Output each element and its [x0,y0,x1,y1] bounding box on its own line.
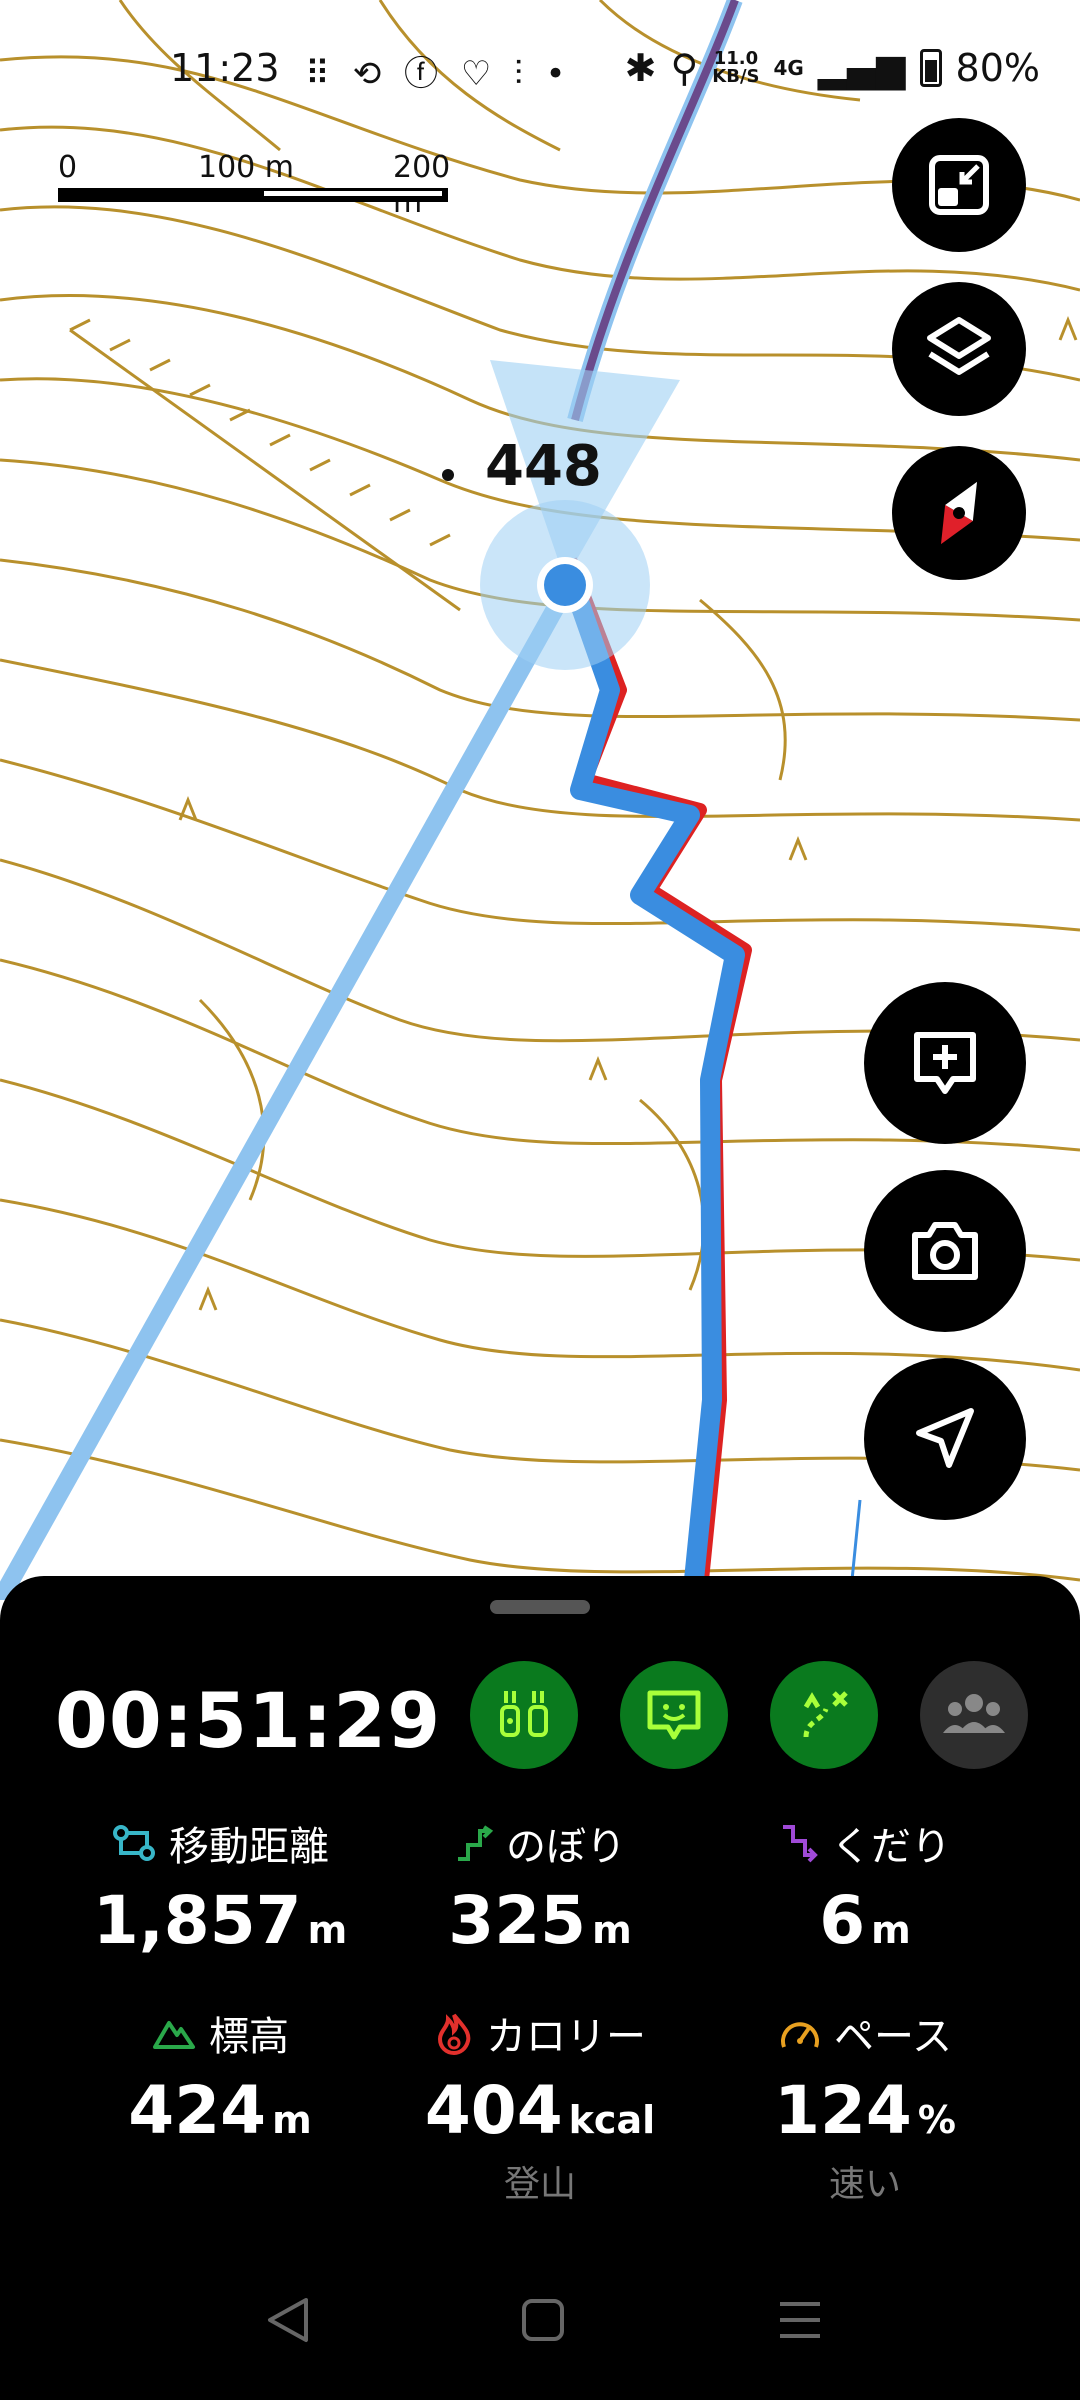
topo-map[interactable]: 448 [0,0,1080,1600]
notification-icons: ⠿ ⟲ ⓕ ♡ ⫶ • [305,46,572,95]
stat-calories-label: カロリー [486,2014,646,2060]
scale-label-0: 0 [58,150,78,185]
group-button[interactable] [920,1661,1028,1769]
stat-pace-unit: % [917,2098,956,2142]
stat-distance-value: 1,857 [92,1882,302,1959]
facebook-icon: ⓕ [404,54,445,94]
route-icon [803,1691,848,1738]
stat-pace-sub: 速い [828,2164,901,2205]
speech-icon [647,1690,701,1740]
stat-ascent-value: 325 [448,1882,587,1959]
stat-distance: 移動距離 1,857 m [50,1814,390,1959]
stat-ascent-unit: m [592,1908,632,1952]
home-icon[interactable] [522,2299,564,2341]
add-note-button[interactable] [864,982,1026,1144]
scale-label-100: 100 m [198,150,295,185]
navigation-arrow-icon [916,1408,974,1468]
net-speed: 11.0 KB/S [712,50,759,86]
scale-bar [58,188,448,202]
equipment-button[interactable] [470,1661,578,1769]
bars-icon: ⫶ [514,54,529,94]
heart-icon: ♡ [460,54,498,94]
group-icon [943,1694,1005,1733]
distance-icon [113,1825,155,1861]
stat-ascent-label: のぼり [506,1824,626,1870]
fullscreen-button[interactable] [892,118,1026,252]
recents-icon[interactable] [780,2302,820,2338]
battery-icon [919,49,942,87]
stat-calories-value: 404 [424,2072,563,2149]
add-comment-icon [914,1032,976,1094]
stat-pace-value: 124 [774,2072,912,2149]
stat-elevation: 標高 424 m [50,2004,390,2149]
network-type: 4G [773,56,804,80]
stat-descent-label: くだり [831,1824,951,1870]
stat-elevation-value: 424 [128,2072,267,2149]
bluetooth-icon: ✱ [624,46,657,90]
stat-ascent: のぼり 325 m [370,1814,710,1959]
stat-descent-value: 6 [819,1882,866,1959]
route-button[interactable] [770,1661,878,1769]
refresh-icon: ⟲ [352,54,388,94]
stat-calories-sub: 登山 [503,2164,576,2205]
location-icon: ⚲ [670,46,699,90]
stat-distance-label: 移動距離 [169,1824,329,1870]
navigate-button[interactable] [864,1358,1026,1520]
stat-descent-unit: m [871,1908,911,1952]
layers-icon [927,317,991,375]
status-bar: 11:23 ⠿ ⟲ ⓕ ♡ ⫶ • ✱ ⚲ 11.0 KB/S 4G ▂▄▆ 8… [0,40,1080,104]
camera-icon [912,1222,978,1280]
stat-elevation-label: 標高 [209,2014,289,2060]
scale-label-200: 200 m [393,150,451,220]
mountain-icon [153,2021,195,2049]
back-icon[interactable] [268,2298,308,2342]
status-time: 11:23 [170,46,280,90]
stat-distance-unit: m [307,1908,348,1952]
stat-descent: くだり 6m [695,1814,1035,1959]
gear-icon [500,1691,548,1737]
net-speed-unit: KB/S [712,66,760,87]
descent-icon [783,1825,818,1863]
elapsed-time: 00:51:29 [55,1676,442,1765]
speedometer-icon [781,2022,819,2048]
compass-icon [941,481,977,545]
signal-icon: ▂▄▆ [817,46,906,90]
battery-level: 80% [955,46,1040,90]
stat-elevation-unit: m [272,2098,312,2142]
compass-button[interactable] [892,446,1026,580]
elevation-label: 448 [485,434,602,499]
stat-calories-unit: kcal [568,2098,656,2142]
chat-button[interactable] [620,1661,728,1769]
flame-icon [437,2013,471,2055]
stat-pace-label: ペース [834,2014,952,2060]
collapse-icon [929,155,989,215]
tracking-panel: 00:51:29 移動距離 1,857 m のぼり 325 m くだり 6 m … [0,1576,1080,2400]
ascent-icon [458,1825,494,1861]
stat-calories: カロリー 404 kcal 登山 [370,2004,710,2207]
stat-pace: ペース 124% 速い [695,2004,1035,2207]
drag-handle[interactable] [490,1600,590,1614]
layers-button[interactable] [892,282,1026,416]
camera-button[interactable] [864,1170,1026,1332]
dot-icon: • [545,54,572,94]
status-right: ✱ ⚲ 11.0 KB/S 4G ▂▄▆ 80% [625,46,1040,90]
system-nav-bar [268,2298,820,2342]
step-icon: ⠿ [305,54,336,94]
